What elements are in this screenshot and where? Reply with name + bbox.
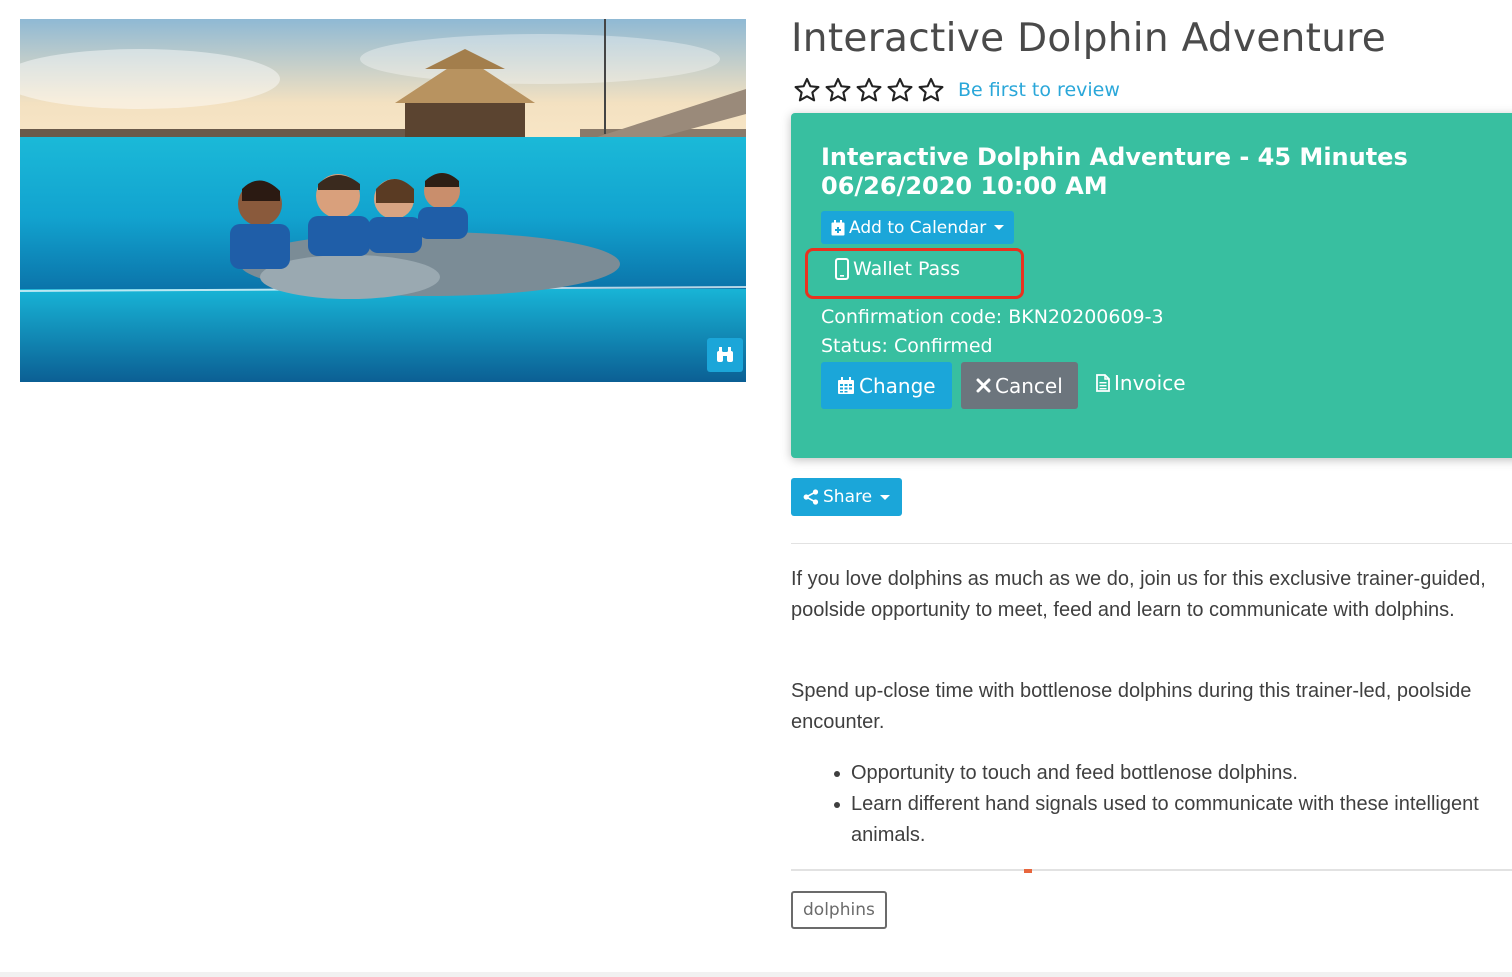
booking-card: Interactive Dolphin Adventure - 45 Minut…: [791, 113, 1512, 458]
wallet-pass-link[interactable]: Wallet Pass: [835, 258, 960, 280]
rating-row: Be first to review: [792, 76, 1120, 104]
booking-status: Status: Confirmed: [821, 335, 993, 357]
calendar-plus-icon: [831, 219, 845, 235]
star-empty-icon[interactable]: [916, 76, 946, 104]
product-image[interactable]: [20, 19, 746, 382]
chevron-down-icon: [994, 225, 1005, 230]
wallet-pass-label: Wallet Pass: [853, 258, 960, 280]
chevron-down-icon: [880, 494, 891, 500]
share-icon: [803, 489, 819, 505]
star-rating[interactable]: [792, 76, 946, 104]
mobile-phone-icon: [835, 258, 849, 280]
star-empty-icon[interactable]: [823, 76, 853, 104]
gallery-button[interactable]: [707, 338, 743, 372]
add-to-calendar-button[interactable]: Add to Calendar: [821, 211, 1015, 244]
list-item: Learn different hand signals used to com…: [831, 789, 1512, 851]
cancel-button[interactable]: Cancel: [961, 362, 1078, 409]
add-to-calendar-label: Add to Calendar: [849, 217, 987, 238]
feature-list: Opportunity to touch and feed bottlenose…: [831, 758, 1512, 851]
star-empty-icon[interactable]: [792, 76, 822, 104]
review-link[interactable]: Be first to review: [958, 79, 1120, 101]
page-title: Interactive Dolphin Adventure: [791, 16, 1387, 61]
change-button[interactable]: Change: [821, 362, 952, 409]
document-icon: [1096, 374, 1110, 392]
description-paragraph: If you love dolphins as much as we do, j…: [791, 568, 1486, 621]
cancel-label: Cancel: [995, 373, 1063, 398]
invoice-label: Invoice: [1114, 371, 1186, 395]
binoculars-icon: [717, 347, 733, 362]
calendar-icon: [838, 376, 854, 394]
share-label: Share: [823, 487, 873, 507]
list-item: Opportunity to touch and feed bottlenose…: [831, 758, 1512, 789]
invoice-link[interactable]: Invoice: [1096, 371, 1186, 395]
close-icon: [976, 378, 991, 393]
tag-dolphins[interactable]: dolphins: [791, 891, 887, 929]
share-button[interactable]: Share: [791, 478, 903, 516]
page-bottom-border: [0, 972, 1512, 977]
star-empty-icon[interactable]: [885, 76, 915, 104]
booking-title: Interactive Dolphin Adventure - 45 Minut…: [821, 143, 1408, 200]
star-empty-icon[interactable]: [854, 76, 884, 104]
description-paragraph: Spend up-close time with bottlenose dolp…: [791, 680, 1472, 733]
section-divider: [791, 543, 1512, 544]
section-divider: [791, 869, 1512, 871]
divider-accent: [1024, 869, 1032, 873]
confirmation-code: Confirmation code: BKN20200609-3: [821, 306, 1164, 328]
change-label: Change: [859, 373, 936, 398]
dolphin-photo: [20, 19, 746, 382]
